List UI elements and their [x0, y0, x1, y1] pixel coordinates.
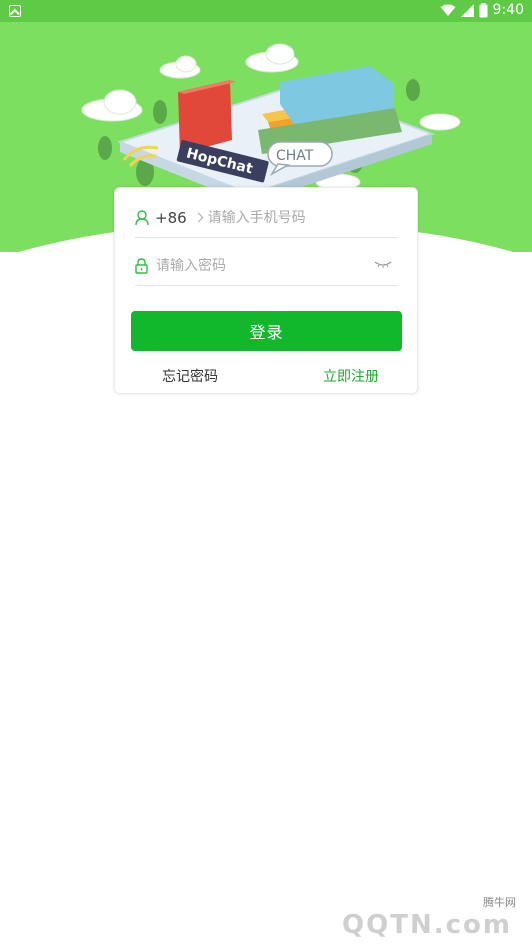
user-icon: [135, 209, 149, 225]
login-screen: 9:40 HopChat CHAT +86 请输入手机号码 登录 忘记密码 立即…: [0, 0, 532, 946]
login-button[interactable]: 登录: [131, 311, 402, 351]
bubble-text: CHAT: [276, 148, 314, 164]
phone-row: +86: [135, 198, 398, 238]
signal-icon: [460, 3, 474, 17]
watermark-logo: QQTN.com: [342, 910, 512, 940]
login-card: +86 登录 忘记密码 立即注册: [114, 187, 418, 394]
status-bar: 9:40: [0, 0, 532, 22]
status-time: 9:40: [492, 2, 524, 18]
register-link[interactable]: 立即注册: [323, 366, 379, 386]
status-icons: 9:40: [440, 2, 524, 18]
country-code[interactable]: +86: [155, 209, 187, 227]
wifi-icon: [440, 4, 456, 16]
lock-icon: [135, 257, 148, 274]
watermark: 腾牛网 QQTN.com: [322, 892, 522, 942]
notification-icon: [9, 5, 21, 17]
password-input[interactable]: [156, 257, 356, 274]
password-row: [135, 246, 398, 286]
eye-closed-icon[interactable]: [374, 260, 392, 268]
battery-icon: [479, 2, 488, 17]
phone-input[interactable]: [207, 209, 378, 226]
forgot-password-link[interactable]: 忘记密码: [162, 366, 218, 386]
chevron-right-icon[interactable]: [193, 212, 204, 223]
watermark-site-text: 腾牛网: [483, 896, 516, 909]
